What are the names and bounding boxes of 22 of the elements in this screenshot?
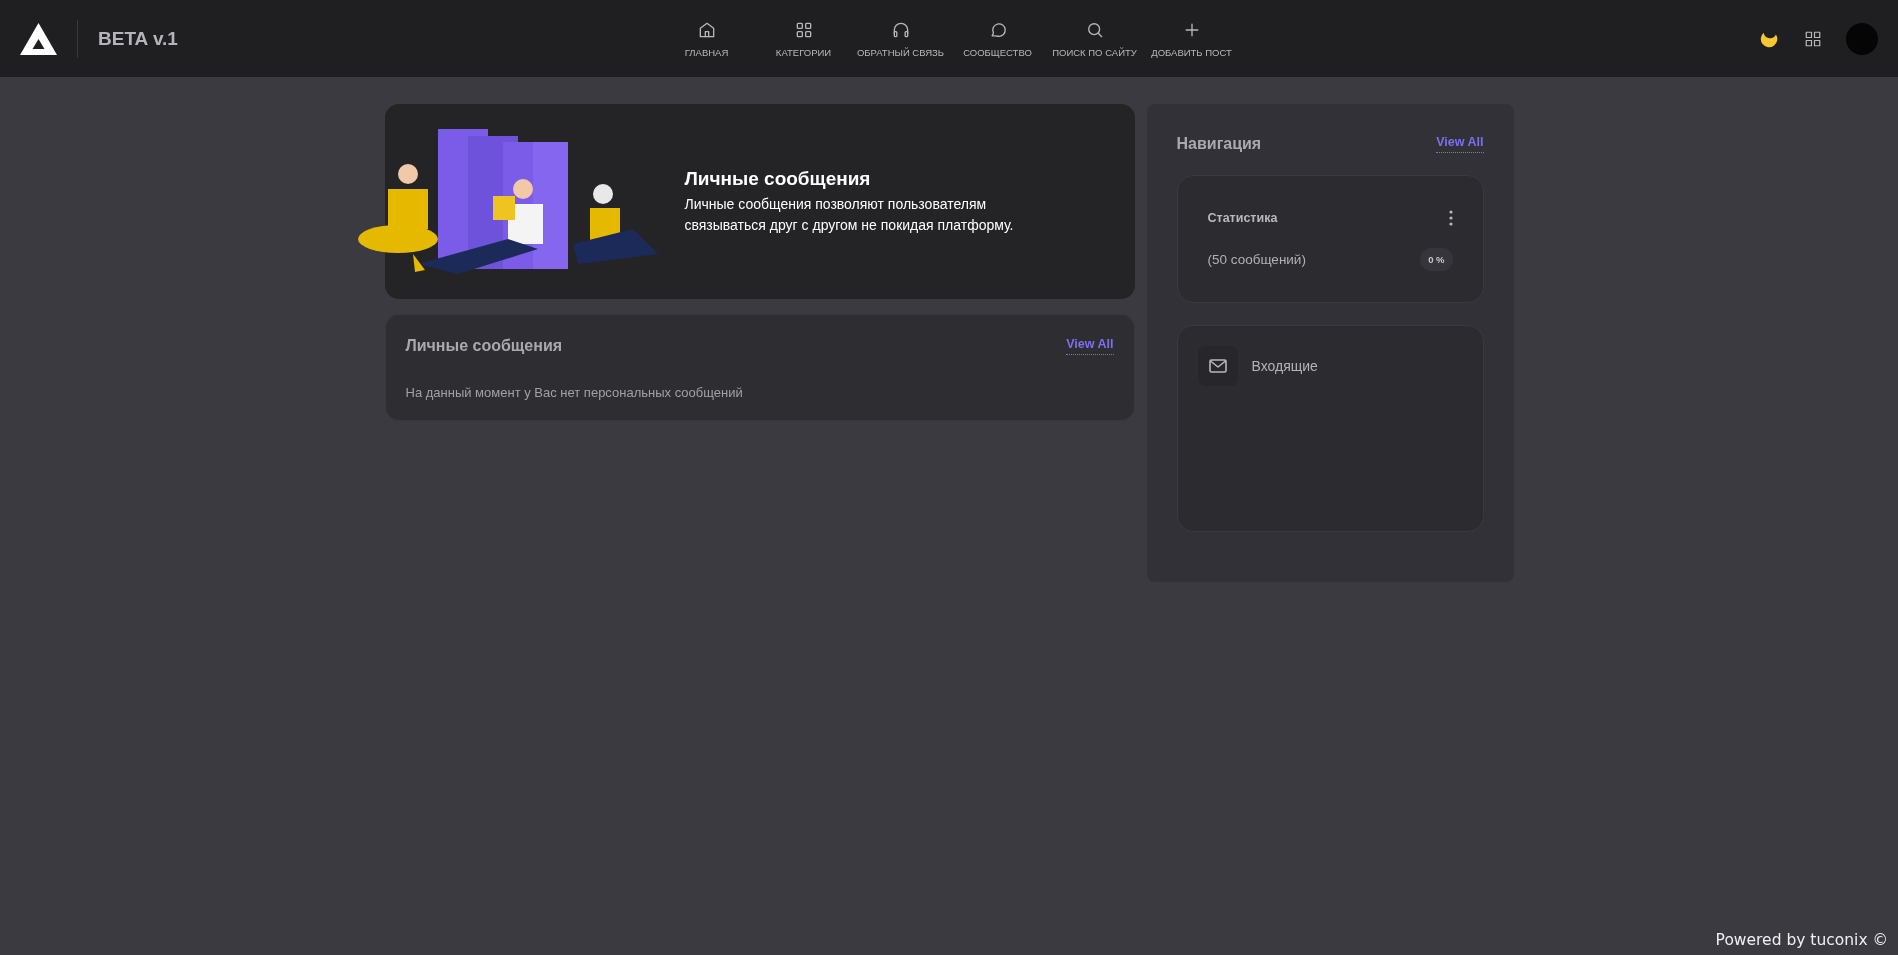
logo-icon [20,22,57,55]
brand-title: BETA v.1 [98,27,178,50]
panel-title: Навигация [1176,135,1262,153]
folder-item[interactable]: Входящие [1197,346,1463,386]
mail-icon [1208,359,1227,373]
hero-description: Личные сообщения позволяют пользователям связываться друг с другом не покидая платформу. [684,194,1015,235]
nav-link[interactable]: ОБРАТНЫЙ СВЯЗЬ [855,19,946,58]
stats-title: Статистика [1207,211,1278,225]
more-icon[interactable] [1448,210,1453,226]
footer-credit: Powered by tuconix © [1715,931,1888,949]
nav-link[interactable]: КАТЕГОРИИ [758,19,849,58]
percent-badge: 0 % [1420,248,1453,271]
nav-link[interactable]: ГЛАВНАЯ [661,19,752,58]
nav-link[interactable]: ДОБАВИТЬ ПОСТ [1146,19,1237,58]
nav-link[interactable]: СООБЩЕСТВО [952,19,1043,58]
nav-link[interactable]: ПОИСК ПО САЙТУ [1049,19,1140,58]
hero-title: Личные сообщения [684,167,872,190]
view-all-link[interactable]: View All [1066,337,1114,355]
card-title: Личные сообщения [405,337,563,355]
empty-message: На данный момент у Вас нет персональных сообщений [405,385,744,400]
message-count: (50 сообщений) [1207,252,1306,267]
grid-icon[interactable] [1804,29,1822,48]
